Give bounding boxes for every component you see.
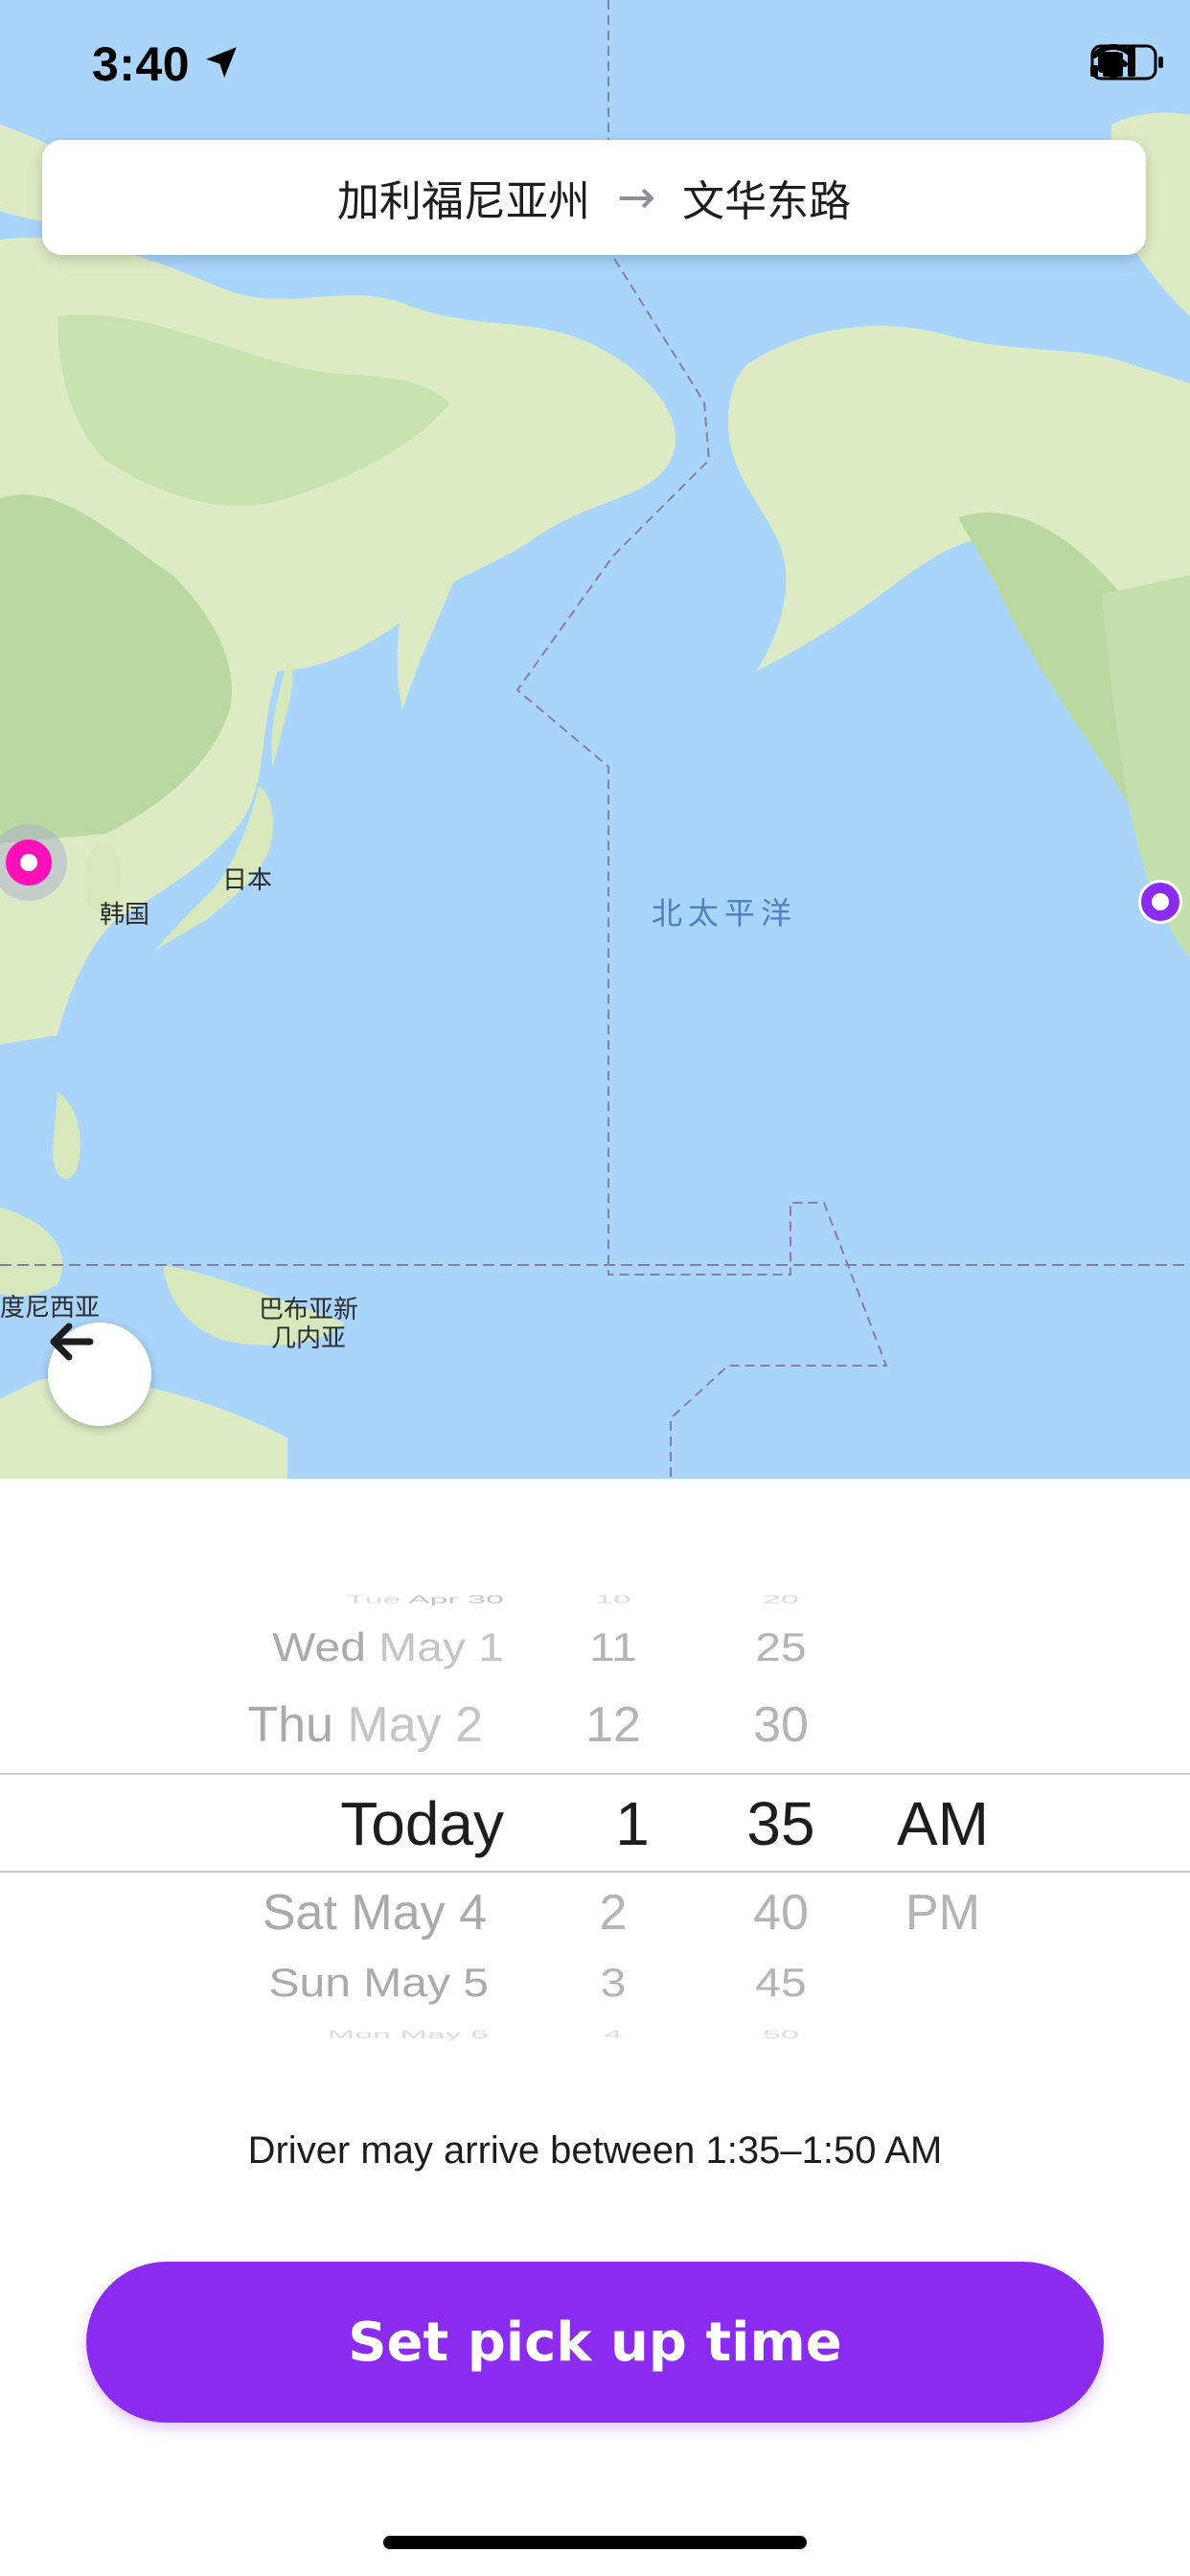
route-origin: 加利福尼亚州 [336, 177, 590, 226]
map-label-indonesia: 度尼西亚 [0, 1294, 101, 1322]
picker-hour-option[interactable]: 2 [565, 1884, 661, 1942]
picker-period-column[interactable]: AM PM [876, 1533, 1010, 2070]
map-label-korea: 韩国 [100, 901, 150, 930]
picker-hour-option[interactable]: 3 [565, 1961, 661, 2006]
map-label-japan: 日本 [222, 866, 273, 895]
time-picker[interactable]: Tue Apr 30 Wed May 1 Thu May 2 Today Sat… [0, 1533, 1190, 2070]
set-pickup-time-button[interactable]: Set pick up time [86, 2262, 1104, 2423]
route-card[interactable]: 加利福尼亚州 → 文华东路 [42, 140, 1146, 255]
picker-minute-option[interactable]: 40 [728, 1884, 834, 1942]
picker-minute-option[interactable]: 30 [728, 1696, 834, 1754]
picker-hour-column[interactable]: 10 11 12 1 2 3 4 [565, 1533, 661, 2070]
arrival-window-note: Driver may arrive between 1:35–1:50 AM [247, 2129, 943, 2172]
land-philippines [53, 1092, 80, 1180]
picker-minute-selected[interactable]: 35 [728, 1788, 834, 1859]
land-indonesia [0, 1208, 63, 1297]
picker-day-option[interactable]: Sun May 5 [269, 1961, 489, 2006]
status-bar: 3:40 [0, 0, 1190, 134]
picker-day-option[interactable]: Sat May 4 [263, 1884, 487, 1942]
picker-period-selected[interactable]: AM [876, 1788, 1010, 1859]
map-label-north-pacific: 北太平洋 [652, 895, 798, 932]
picker-period-option[interactable]: PM [876, 1884, 1010, 1942]
map-view[interactable]: 3:40 加利福尼亚州 → 文华东路 日本 韩国 北太平洋 度尼西亚 巴布亚新 … [0, 0, 1190, 1479]
arrow-left-icon [50, 1322, 94, 1361]
picker-hour-option[interactable]: 11 [565, 1625, 661, 1670]
status-time: 3:40 [92, 37, 191, 91]
picker-day-option[interactable]: Wed May 1 [272, 1625, 504, 1670]
route-arrow-icon: → [616, 171, 656, 224]
picker-day-option[interactable]: Mon May 6 [328, 2029, 489, 2042]
picker-minute-option[interactable]: 20 [728, 1594, 834, 1607]
picker-hour-option[interactable]: 10 [565, 1594, 661, 1607]
picker-hour-option[interactable]: 4 [565, 2029, 661, 2042]
picker-day-column[interactable]: Tue Apr 30 Wed May 1 Thu May 2 Today Sat… [0, 1533, 504, 2070]
picker-day-option[interactable]: Tue Apr 30 [346, 1594, 504, 1607]
origin-marker[interactable] [6, 840, 52, 886]
back-button[interactable] [48, 1322, 151, 1426]
home-indicator[interactable] [383, 2536, 807, 2549]
map-label-papua: 巴布亚新 几内亚 [259, 1296, 359, 1353]
picker-minute-option[interactable]: 25 [728, 1625, 834, 1670]
picker-minute-option[interactable]: 50 [728, 2029, 834, 2042]
picker-minute-column[interactable]: 20 25 30 35 40 45 50 [728, 1533, 834, 2070]
picker-day-option[interactable]: Thu May 2 [247, 1696, 483, 1754]
destination-marker[interactable] [1138, 880, 1182, 924]
picker-hour-option[interactable]: 12 [565, 1696, 661, 1754]
picker-hour-selected[interactable]: 1 [584, 1788, 680, 1859]
picker-day-selected[interactable]: Today [340, 1788, 504, 1859]
route-destination: 文华东路 [682, 177, 852, 226]
picker-minute-option[interactable]: 45 [728, 1961, 834, 2006]
